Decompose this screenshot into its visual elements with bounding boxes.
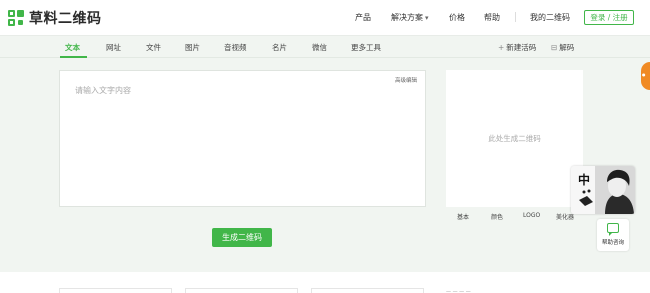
- side-feedback-handle[interactable]: ●: [641, 62, 650, 90]
- tab-text[interactable]: 文本: [65, 42, 80, 53]
- generate-qr-button[interactable]: 生成二维码: [212, 228, 272, 247]
- tab-more-tools[interactable]: 更多工具: [351, 42, 381, 53]
- chat-icon: [607, 223, 619, 236]
- advanced-edit-link[interactable]: 高级编辑: [395, 76, 417, 84]
- scan-icon: ⊟: [551, 43, 558, 52]
- style-tab-color[interactable]: 颜色: [491, 212, 503, 221]
- nav-solutions[interactable]: 解决方案: [391, 12, 429, 23]
- my-codes-link[interactable]: 我的二维码: [530, 12, 570, 23]
- feature-card: [311, 288, 424, 293]
- style-tab-logo[interactable]: LOGO: [523, 212, 540, 219]
- style-tab-basic[interactable]: 基本: [457, 212, 469, 221]
- tool-tabs-bar: 文本 网址 文件 图片 音视频 名片 微信 更多工具 + 新建活码 ⊟ 解码: [0, 36, 650, 58]
- style-tabs: 基本 颜色 LOGO 美化器: [446, 207, 583, 227]
- brand-name: 草料二维码: [29, 11, 102, 27]
- login-register-button[interactable]: 登录 / 注册: [584, 10, 634, 25]
- tab-image[interactable]: 图片: [185, 42, 200, 53]
- nav-pricing[interactable]: 价格: [449, 12, 465, 23]
- tab-file[interactable]: 文件: [146, 42, 161, 53]
- top-navbar: 草料二维码 产品 解决方案 价格 帮助 我的二维码 登录 / 注册: [0, 0, 650, 36]
- nav-divider: [515, 12, 516, 22]
- text-editor[interactable]: 高级编辑 请输入文字内容: [59, 70, 426, 207]
- handle-dot-icon: ●: [642, 72, 646, 77]
- tab-business-card[interactable]: 名片: [272, 42, 287, 53]
- brand-logo[interactable]: 草料二维码: [8, 9, 102, 27]
- help-consult-label: 帮助咨询: [601, 240, 624, 246]
- new-dynamic-code-button[interactable]: + 新建活码: [498, 42, 536, 53]
- editor-placeholder: 请输入文字内容: [75, 86, 131, 95]
- new-code-label: 新建活码: [506, 43, 537, 52]
- tab-url[interactable]: 网址: [106, 42, 121, 53]
- feature-card: [59, 288, 172, 293]
- popup-char: 中: [578, 173, 591, 187]
- plus-icon: +: [498, 43, 505, 52]
- decode-label: 解码: [559, 43, 575, 52]
- decode-button[interactable]: ⊟ 解码: [551, 42, 574, 53]
- feature-card: [185, 288, 298, 293]
- help-consult-button[interactable]: 帮助咨询: [597, 219, 629, 251]
- nav-product[interactable]: 产品: [355, 12, 371, 23]
- bottom-link-strip: — — — —: [446, 289, 471, 293]
- qr-preview-placeholder: 此处生成二维码: [488, 134, 541, 143]
- promo-popup[interactable]: 中: [571, 166, 635, 214]
- tab-wechat[interactable]: 微信: [312, 42, 327, 53]
- qr-preview-panel: 此处生成二维码: [446, 70, 583, 207]
- qr-logo-icon: [8, 9, 25, 27]
- tab-audio-video[interactable]: 音视频: [224, 42, 247, 53]
- nav-help[interactable]: 帮助: [484, 12, 500, 23]
